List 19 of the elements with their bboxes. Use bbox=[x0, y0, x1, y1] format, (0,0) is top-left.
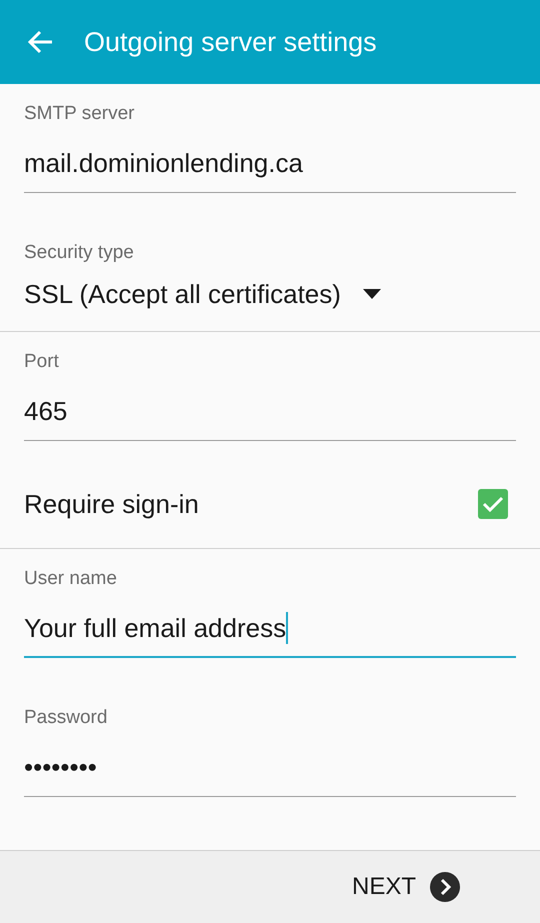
next-button[interactable]: NEXT bbox=[348, 868, 464, 906]
input-field[interactable]: Your full email address bbox=[24, 611, 516, 658]
field-label: User name bbox=[24, 567, 118, 591]
chevron-right-icon bbox=[430, 872, 460, 902]
checkmark-icon bbox=[482, 495, 504, 513]
text-cursor bbox=[286, 612, 288, 644]
input-field[interactable]: mail.dominionlending.ca bbox=[24, 146, 516, 193]
input-field[interactable]: •••••••• bbox=[24, 750, 516, 797]
input-field[interactable]: 465 bbox=[24, 394, 516, 441]
screen-title: Outgoing server settings bbox=[84, 26, 377, 58]
back-icon[interactable] bbox=[28, 30, 54, 54]
security-dropdown[interactable]: SSL (Accept all certificates) bbox=[24, 277, 381, 311]
checkbox-label: Require sign-in bbox=[24, 488, 199, 520]
field-label: Password bbox=[24, 706, 108, 730]
field-label: SMTP server bbox=[24, 102, 136, 126]
checkbox[interactable] bbox=[478, 489, 508, 519]
field-label: Port bbox=[24, 350, 60, 374]
field-label: Security type bbox=[24, 241, 135, 265]
dropdown-arrow-icon bbox=[362, 289, 381, 299]
